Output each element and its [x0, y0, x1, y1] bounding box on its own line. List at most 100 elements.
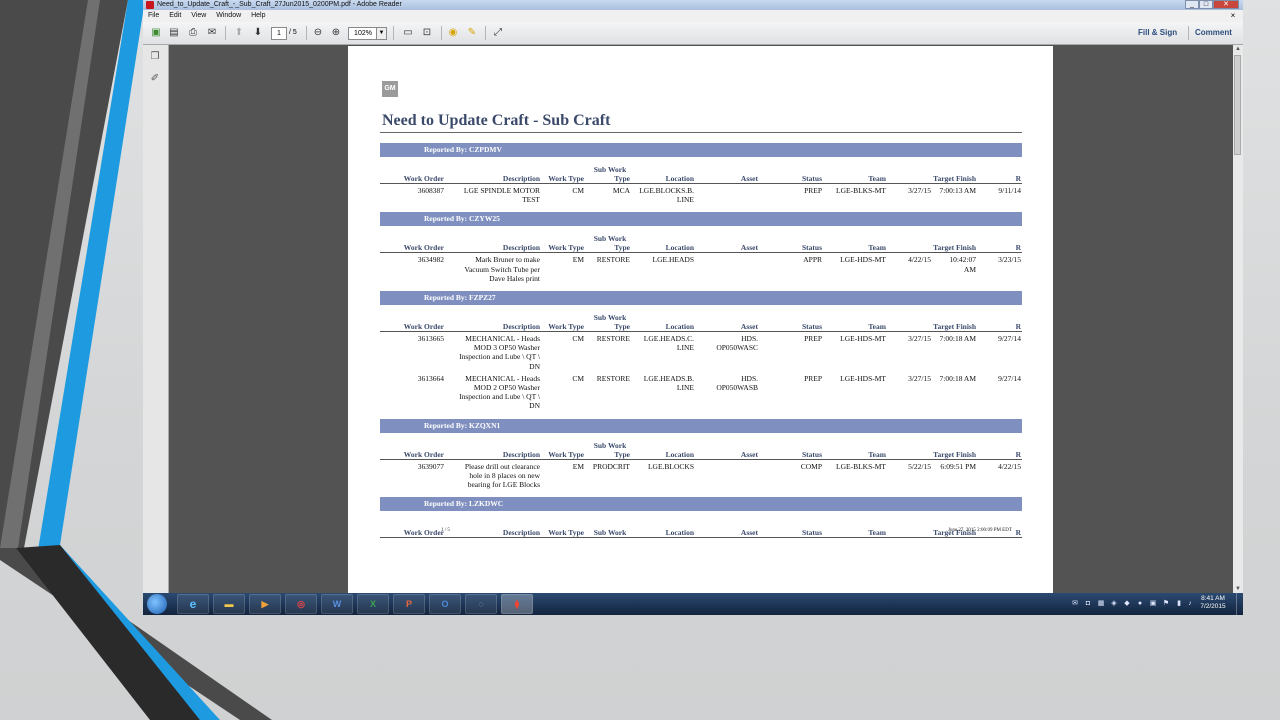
highlight-icon[interactable]: ✎: [465, 26, 479, 40]
system-clock[interactable]: 8:41 AM 7/2/2015: [1197, 595, 1229, 611]
menu-file[interactable]: File: [148, 10, 159, 22]
maximize-button[interactable]: □: [1199, 0, 1213, 9]
cell-loc: LGE.HEADS.C. LINE: [643, 334, 694, 353]
table-row[interactable]: 3613665 MECHANICAL - Heads MOD 3 OP50 Was…: [380, 334, 1022, 371]
mail-tray-icon[interactable]: ✉: [1071, 600, 1079, 608]
menu-window[interactable]: Window: [216, 10, 241, 22]
cell-swt: PRODCRIT: [592, 461, 630, 471]
header-sub-work: Sub Work: [593, 528, 627, 538]
table-row[interactable]: 3608387 LGE SPINDLE MOTOR TEST CM MCA LGE.BL…: [380, 186, 1022, 204]
page-total: / 5: [289, 29, 297, 36]
cell-tf-date: 3/27/15: [908, 334, 931, 343]
sticky-note-icon[interactable]: ◉: [446, 26, 460, 40]
minimize-button[interactable]: _: [1185, 0, 1199, 9]
header-asset: Asset: [740, 322, 758, 331]
full-screen-icon[interactable]: ⊡: [420, 26, 434, 40]
menu-bar: File Edit View Window Help ×: [143, 10, 1243, 22]
header-desc: Description: [502, 449, 540, 459]
fill-sign-button[interactable]: Fill & Sign: [1138, 22, 1177, 44]
email-icon[interactable]: ✉: [205, 26, 219, 40]
cell-status: COMP: [800, 461, 822, 471]
header-sub-work-type: Sub Work: [593, 313, 627, 322]
fit-page-icon[interactable]: ▭: [401, 26, 415, 40]
header-wo: Work Order: [403, 174, 444, 183]
chrome-icon[interactable]: ◎: [285, 594, 317, 614]
cell-loc: LGE.HEADS.B. LINE: [643, 373, 694, 392]
sync-tray-icon[interactable]: ◈: [1110, 600, 1118, 608]
powerpoint-icon[interactable]: P: [393, 594, 425, 614]
file-explorer-icon[interactable]: ▬: [213, 594, 245, 614]
alert-tray-icon[interactable]: ⚑: [1162, 600, 1170, 608]
page-footer-date: June 27, 2015 2:00:09 PM EDT: [948, 528, 1012, 533]
reported-by-band: Reported By: FZPZ27: [380, 291, 1022, 305]
adobe-reader-window: Need_to_Update_Craft_-_Sub_Craft_27Jun20…: [143, 0, 1243, 615]
comment-button[interactable]: Comment: [1195, 22, 1232, 44]
column-header-row: Work Order Description Work Type Location As…: [380, 232, 1022, 254]
page-footer-number: 1 / 5: [441, 528, 450, 533]
document-close-button[interactable]: ×: [1228, 11, 1238, 21]
previous-page-icon[interactable]: ⬆: [232, 26, 246, 40]
menu-help[interactable]: Help: [251, 10, 265, 22]
cell-team: LGE-HDS-MT: [840, 255, 886, 265]
show-desktop-button[interactable]: [1236, 593, 1244, 615]
reported-by-label: Reported By: CZYW25: [424, 214, 500, 224]
outlook-icon[interactable]: O: [429, 594, 461, 614]
battery-tray-icon[interactable]: ▮: [1175, 600, 1183, 608]
excel-icon[interactable]: X: [357, 594, 389, 614]
attachments-icon[interactable]: ✐: [149, 73, 161, 85]
title-divider: [380, 132, 1022, 133]
header-wo: Work Order: [403, 528, 444, 538]
zoom-input[interactable]: 102%: [348, 27, 378, 40]
cell-r: 9/27/14: [998, 373, 1021, 383]
menu-edit[interactable]: Edit: [169, 10, 181, 22]
word-icon[interactable]: W: [321, 594, 353, 614]
outlook-tray-icon[interactable]: ◘: [1084, 600, 1092, 608]
open-folder-icon[interactable]: ▣: [149, 26, 163, 40]
scroll-down-icon[interactable]: ▼: [1233, 585, 1243, 593]
cell-wo: 3613664: [417, 373, 444, 383]
internet-explorer-icon[interactable]: e: [177, 594, 209, 614]
cell-desc: Mark Bruner to make Vacuum Switch Tube p…: [464, 255, 540, 283]
close-button[interactable]: ✕: [1213, 0, 1239, 9]
network-tray-icon[interactable]: ▦: [1097, 600, 1105, 608]
header-loc: Location: [665, 243, 694, 253]
expand-icon[interactable]: ⤢: [491, 26, 505, 40]
title-bar: Need_to_Update_Craft_-_Sub_Craft_27Jun20…: [143, 0, 1243, 10]
header-team: Team: [868, 174, 886, 183]
header-sub-work-type: Sub Work: [593, 440, 627, 450]
header-wt: Work Type: [548, 243, 584, 253]
cell-r: 4/22/15: [998, 461, 1021, 471]
network-app-icon[interactable]: ◌: [465, 594, 497, 614]
zoom-in-icon[interactable]: ⊕: [329, 26, 343, 40]
header-loc: Location: [665, 528, 694, 538]
menu-view[interactable]: View: [191, 10, 206, 22]
security-tray-icon[interactable]: ●: [1136, 600, 1144, 608]
scrollbar-thumb[interactable]: [1234, 55, 1241, 155]
volume-tray-icon[interactable]: ♪: [1186, 600, 1194, 608]
cell-swt: RESTORE: [596, 255, 630, 265]
table-row[interactable]: 3634982 Mark Bruner to make Vacuum Switch…: [380, 255, 1022, 283]
table-row[interactable]: 3613664 MECHANICAL - Heads MOD 2 OP50 Was…: [380, 374, 1022, 411]
next-page-icon[interactable]: ⬇: [251, 26, 265, 40]
start-button[interactable]: [147, 594, 167, 614]
cell-team: LGE-BLKS-MT: [836, 461, 886, 471]
scroll-up-icon[interactable]: ▲: [1233, 45, 1243, 53]
header-sub-work-type-line2: Type: [614, 449, 630, 459]
vertical-scrollbar[interactable]: ▲ ▼: [1233, 45, 1243, 593]
media-player-icon[interactable]: ▶: [249, 594, 281, 614]
app-tray-icon[interactable]: ▣: [1149, 600, 1157, 608]
shield-tray-icon[interactable]: ◆: [1123, 600, 1131, 608]
page-number-input[interactable]: 1: [271, 27, 287, 40]
print-icon[interactable]: ⎙: [186, 26, 200, 40]
page-thumbnails-icon[interactable]: ❐: [149, 51, 161, 63]
header-wt: Work Type: [548, 449, 584, 459]
adobe-reader-taskbar-icon[interactable]: ⧫: [501, 594, 533, 614]
table-row[interactable]: 3639077 Please drill out clearance hole i…: [380, 462, 1022, 490]
pdf-page: GM Need to Update Craft - Sub Craft Repo…: [348, 46, 1053, 606]
zoom-out-icon[interactable]: ⊖: [311, 26, 325, 40]
zoom-dropdown-icon[interactable]: ▼: [376, 27, 387, 40]
clock-time: 8:41 AM: [1201, 595, 1225, 602]
cell-status: PREP: [804, 373, 822, 383]
cell-wt: EM: [572, 461, 584, 471]
save-icon[interactable]: ▤: [167, 26, 181, 40]
